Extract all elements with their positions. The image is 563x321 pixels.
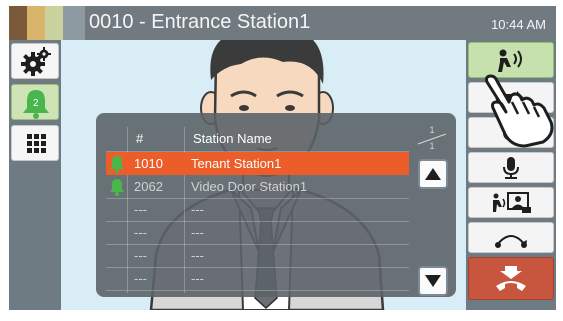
station-row[interactable]: --- ---: [106, 198, 409, 221]
keypad-button[interactable]: [11, 125, 59, 161]
microphone-button[interactable]: [468, 152, 554, 183]
station-number: ---: [134, 202, 147, 217]
hold-icon: [495, 234, 527, 248]
station-name: ---: [191, 271, 204, 286]
station-table: # Station Name 1010 Tenant Station1 2062 Vi…: [106, 127, 409, 293]
title-bar-color-strip: [9, 6, 27, 40]
up-arrow-icon: [425, 168, 441, 180]
scroll-up-button[interactable]: [418, 159, 448, 189]
station-row[interactable]: 2062 Video Door Station1: [106, 175, 409, 198]
end-call-icon: [496, 265, 526, 291]
microphone-icon: [503, 156, 519, 179]
page-display-icon: [493, 191, 531, 213]
clock: 10:44 AM: [491, 17, 546, 32]
title-bar: 0010 - Entrance Station1 10:44 AM: [9, 6, 556, 40]
station-name: Tenant Station1: [191, 156, 282, 171]
station-number: ---: [134, 248, 147, 263]
station-number: ---: [134, 271, 147, 286]
station-title: 0010 - Entrance Station1: [89, 11, 311, 33]
gear-icon: [21, 47, 51, 76]
divider: [106, 290, 409, 291]
title-bar-color-strip: [45, 6, 63, 40]
call-individual-icon: [498, 49, 522, 72]
page-total: 1: [429, 141, 435, 151]
hold-button[interactable]: [468, 222, 554, 253]
station-number: ---: [134, 225, 147, 240]
station-row[interactable]: --- ---: [106, 267, 409, 290]
station-name: ---: [191, 202, 204, 217]
scroll-down-button[interactable]: [418, 266, 448, 296]
station-number: 1010: [134, 156, 163, 171]
station-row[interactable]: 1010 Tenant Station1: [106, 152, 409, 175]
title-bar-color-strip: [27, 6, 45, 40]
column-header-number: #: [136, 131, 144, 146]
title-bar-color-strip: [63, 6, 85, 40]
page-display-button[interactable]: [468, 187, 554, 218]
keypad-icon: [27, 134, 46, 153]
station-number: 2062: [134, 179, 163, 194]
bell-icon: [109, 152, 125, 175]
bell-icon: [109, 175, 125, 198]
station-row[interactable]: --- ---: [106, 244, 409, 267]
column-header-station-name: Station Name: [193, 131, 272, 146]
call-count-badge: 2: [33, 98, 39, 109]
station-name: ---: [191, 248, 204, 263]
station-row[interactable]: --- ---: [106, 221, 409, 244]
down-arrow-icon: [425, 275, 441, 287]
end-call-button[interactable]: [468, 257, 554, 300]
settings-button[interactable]: [11, 43, 59, 79]
call-individual-button[interactable]: [468, 42, 554, 78]
page-indicator: 1 1: [416, 125, 448, 153]
left-panel: 2: [9, 40, 61, 310]
station-name: ---: [191, 225, 204, 240]
call-status-button[interactable]: 2: [11, 84, 59, 120]
station-list-panel: # Station Name 1010 Tenant Station1 2062 Vi…: [96, 113, 456, 297]
device-display: 0010 - Entrance Station1 10:44 AM 2 # St…: [9, 6, 556, 310]
station-name: Video Door Station1: [191, 179, 308, 194]
pointing-hand-icon: [485, 74, 554, 148]
intercom-screen: 0010 - Entrance Station1 10:44 AM 2 # St…: [0, 0, 563, 321]
